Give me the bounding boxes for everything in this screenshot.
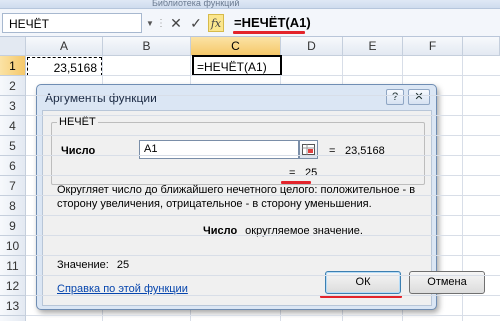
spreadsheet-window: Библиотека функций НЕЧЁТ ▼ ⋮ ✕ ✓ fx =НЕЧ… [0, 0, 500, 321]
gridline [26, 235, 500, 236]
cancel-formula-button[interactable]: ✕ [168, 14, 184, 32]
result-highlight-underline [281, 181, 311, 184]
gridline [26, 95, 500, 96]
gridline [26, 295, 500, 296]
chevron-down-icon[interactable]: ▼ [146, 19, 154, 28]
select-all-corner[interactable] [0, 37, 26, 56]
range-select-icon [302, 144, 315, 155]
column-header-f[interactable]: F [403, 37, 463, 56]
gridline [26, 175, 500, 176]
gridline [26, 115, 500, 116]
row-header-12[interactable]: 12 [0, 276, 26, 296]
grip-icon: ⋮ [156, 17, 166, 29]
column-header-d[interactable]: D [281, 37, 343, 56]
value-line: Значение: 25 [57, 259, 129, 271]
result-equals: = [289, 167, 296, 179]
row-header-6[interactable]: 6 [0, 156, 26, 176]
insert-function-button[interactable]: fx [208, 14, 224, 32]
name-box[interactable]: НЕЧЁТ [2, 13, 142, 33]
formula-result: 25 [305, 167, 318, 179]
column-header-c[interactable]: C [191, 37, 281, 56]
value-result: 25 [116, 259, 130, 271]
ribbon-group-label: Библиотека функций [152, 0, 240, 8]
column-header-g[interactable] [463, 37, 500, 56]
gridline [26, 255, 500, 256]
row-header-11[interactable]: 11 [0, 256, 26, 276]
column-header-a[interactable]: A [26, 37, 103, 56]
row-header-4[interactable]: 4 [0, 116, 26, 136]
row-header-13[interactable]: 13 [0, 296, 26, 316]
row-header-5[interactable]: 5 [0, 136, 26, 156]
value-label: Значение: [57, 259, 109, 271]
function-description: Округляет число до ближайшего нечетного … [57, 184, 416, 210]
column-header-b[interactable]: B [103, 37, 191, 56]
row-header-9[interactable]: 9 [0, 216, 26, 236]
gridline [26, 155, 500, 156]
row-header-10[interactable]: 10 [0, 236, 26, 256]
row-header-14[interactable]: 14 [0, 316, 26, 321]
row-header-2[interactable]: 2 [0, 76, 26, 96]
gridline [26, 215, 500, 216]
formula-input[interactable]: =НЕЧЁТ(A1) [228, 13, 500, 33]
function-help-link[interactable]: Справка по этой функции [57, 283, 188, 295]
formula-highlight-underline [233, 31, 305, 34]
column-header-e[interactable]: E [343, 37, 403, 56]
row-header-1[interactable]: 1 [0, 56, 26, 76]
formula-buttons: ⋮ ✕ ✓ fx [156, 13, 224, 33]
collapse-dialog-button[interactable] [299, 140, 318, 159]
gridline [26, 275, 500, 276]
enter-formula-button[interactable]: ✓ [188, 14, 204, 32]
function-name: НЕЧЁТ [57, 116, 98, 128]
ribbon: Библиотека функций [0, 0, 500, 9]
row-header-8[interactable]: 8 [0, 196, 26, 216]
gridline [26, 75, 500, 76]
gridline [26, 315, 500, 316]
row-header-3[interactable]: 3 [0, 96, 26, 116]
gridline [26, 135, 500, 136]
close-button[interactable]: ✕ [408, 89, 430, 105]
help-button[interactable]: ? [386, 89, 404, 105]
dialog-title: Аргументы функции [45, 91, 157, 105]
gridline [26, 195, 500, 196]
cell-c1[interactable]: =НЕЧЁТ(A1) [192, 55, 282, 76]
argument-input[interactable]: A1 [139, 140, 299, 159]
row-header-7[interactable]: 7 [0, 176, 26, 196]
cell-a1[interactable]: 23,5168 [27, 57, 102, 76]
